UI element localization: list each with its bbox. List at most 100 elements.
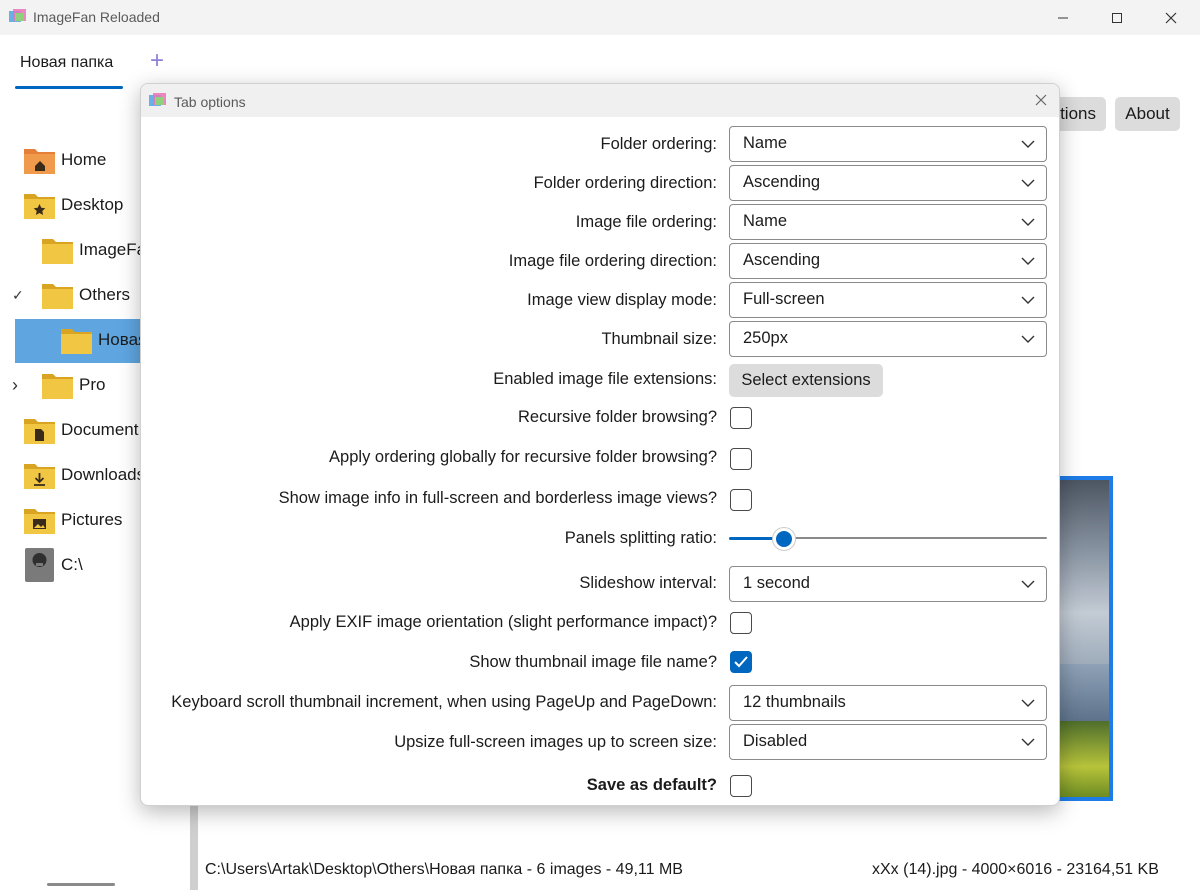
thumbnail-field bbox=[1057, 720, 1109, 797]
image-view-display-mode-select[interactable]: Full-screen bbox=[729, 282, 1047, 318]
sidebar-item-imagefan[interactable]: ImageFa bbox=[0, 229, 146, 271]
select-value: 12 thumbnails bbox=[743, 693, 846, 711]
folder-icon bbox=[42, 374, 73, 399]
horizontal-scrollbar[interactable] bbox=[47, 883, 115, 886]
thumbnail-preview[interactable] bbox=[1057, 476, 1113, 801]
show-image-info-checkbox[interactable] bbox=[730, 489, 752, 511]
add-tab-button[interactable]: + bbox=[150, 49, 164, 73]
app-logo-icon bbox=[149, 93, 166, 106]
dialog-close-button[interactable] bbox=[1031, 90, 1051, 110]
image-file-ordering-select[interactable]: Name bbox=[729, 204, 1047, 240]
folder-ordering-select[interactable]: Name bbox=[729, 126, 1047, 162]
chevron-down-icon bbox=[1021, 179, 1035, 187]
documents-folder-icon bbox=[24, 419, 55, 444]
folder-ordering-direction-label: Folder ordering direction: bbox=[533, 174, 717, 192]
slideshow-interval-label: Slideshow interval: bbox=[579, 574, 717, 592]
select-value: 1 second bbox=[743, 574, 810, 592]
sidebar-item-documents[interactable]: Document bbox=[0, 409, 140, 451]
pictures-folder-icon bbox=[24, 509, 55, 534]
slider-track[interactable] bbox=[784, 537, 1047, 539]
image-file-ordering-direction-select[interactable]: Ascending bbox=[729, 243, 1047, 279]
select-value: Name bbox=[743, 212, 788, 230]
home-folder-icon bbox=[24, 149, 55, 174]
chevron-down-icon bbox=[1021, 140, 1035, 148]
chevron-down-icon bbox=[1021, 738, 1035, 746]
app-logo-icon bbox=[9, 9, 26, 22]
dialog-title: Tab options bbox=[174, 94, 246, 110]
title-bar: ImageFan Reloaded bbox=[0, 0, 1200, 35]
chevron-down-icon bbox=[1021, 218, 1035, 226]
sidebar-item-new-folder[interactable]: Новая bbox=[0, 319, 147, 361]
apply-exif-checkbox[interactable] bbox=[730, 612, 752, 634]
show-image-info-label: Show image info in full-screen and borde… bbox=[278, 489, 717, 507]
folder-ordering-direction-select[interactable]: Ascending bbox=[729, 165, 1047, 201]
sidebar-item-label: Pictures bbox=[61, 510, 123, 529]
sidebar-item-c-drive[interactable]: C:\ bbox=[0, 544, 140, 586]
checkmark-icon bbox=[734, 656, 748, 668]
folder-icon bbox=[42, 284, 73, 309]
tab-new-folder[interactable]: Новая папка bbox=[15, 47, 123, 89]
sidebar-item-downloads[interactable]: Downloads bbox=[0, 454, 145, 496]
sidebar-item-others[interactable]: ✓ Others bbox=[0, 274, 140, 316]
sidebar-item-label: Desktop bbox=[61, 195, 124, 214]
save-as-default-checkbox[interactable] bbox=[730, 775, 752, 797]
sidebar-item-label: Home bbox=[61, 150, 107, 169]
thumbnail-mountains bbox=[1057, 663, 1109, 721]
sidebar-item-label: ImageFa bbox=[79, 240, 147, 259]
about-button[interactable]: About bbox=[1115, 97, 1180, 131]
apply-ordering-globally-checkbox[interactable] bbox=[730, 448, 752, 470]
panels-splitting-ratio-slider-thumb[interactable] bbox=[773, 528, 795, 550]
sidebar-item-label: C:\ bbox=[61, 555, 83, 574]
apply-exif-label: Apply EXIF image orientation (slight per… bbox=[289, 613, 717, 631]
sidebar-item-desktop[interactable]: Desktop bbox=[0, 184, 140, 226]
maximize-icon bbox=[1112, 12, 1122, 23]
select-value: 250px bbox=[743, 329, 788, 347]
maximize-button[interactable] bbox=[1090, 0, 1144, 35]
minimize-button[interactable] bbox=[1036, 0, 1090, 35]
show-thumbnail-name-label: Show thumbnail image file name? bbox=[469, 653, 717, 671]
select-extensions-button-label: Select extensions bbox=[741, 371, 871, 389]
upsize-images-select[interactable]: Disabled bbox=[729, 724, 1047, 760]
chevron-down-icon bbox=[1021, 296, 1035, 304]
close-icon bbox=[1035, 94, 1047, 106]
folder-icon bbox=[61, 329, 92, 354]
select-value: Ascending bbox=[743, 251, 821, 269]
sidebar-item-label: Document bbox=[61, 420, 139, 439]
select-value: Name bbox=[743, 134, 788, 152]
sidebar-item-pictures[interactable]: Pictures bbox=[0, 499, 140, 541]
folder-ordering-label: Folder ordering: bbox=[600, 135, 717, 153]
apply-ordering-globally-label: Apply ordering globally for recursive fo… bbox=[329, 448, 717, 466]
keyboard-scroll-increment-select[interactable]: 12 thumbnails bbox=[729, 685, 1047, 721]
recursive-browsing-checkbox[interactable] bbox=[730, 407, 752, 429]
options-button-label: tions bbox=[1060, 104, 1096, 123]
upsize-images-label: Upsize full-screen images up to screen s… bbox=[394, 733, 717, 751]
sidebar-item-label: Pro bbox=[79, 375, 106, 394]
expanded-indicator-icon[interactable]: ✓ bbox=[12, 287, 24, 304]
chevron-right-icon[interactable]: › bbox=[12, 375, 18, 396]
thumbnail-size-label: Thumbnail size: bbox=[601, 330, 717, 348]
thumbnail-size-select[interactable]: 250px bbox=[729, 321, 1047, 357]
desktop-folder-icon bbox=[24, 194, 55, 219]
sidebar-item-label: Others bbox=[79, 285, 131, 304]
tab-options-dialog: Tab options Folder ordering: Name Folder… bbox=[140, 83, 1060, 806]
chevron-down-icon bbox=[1021, 699, 1035, 707]
sidebar-item-home[interactable]: Home bbox=[0, 139, 140, 181]
panel-splitter[interactable] bbox=[190, 800, 198, 890]
close-window-button[interactable] bbox=[1144, 0, 1198, 35]
select-extensions-button[interactable]: Select extensions bbox=[729, 364, 883, 397]
show-thumbnail-name-checkbox[interactable] bbox=[730, 651, 752, 673]
slideshow-interval-select[interactable]: 1 second bbox=[729, 566, 1047, 602]
recursive-browsing-label: Recursive folder browsing? bbox=[517, 408, 717, 426]
chevron-down-icon bbox=[1021, 580, 1035, 588]
drive-icon bbox=[25, 548, 54, 582]
select-value: Full-screen bbox=[743, 290, 825, 308]
keyboard-scroll-increment-label: Keyboard scroll thumbnail increment, whe… bbox=[171, 693, 717, 711]
thumbnail-sky bbox=[1057, 480, 1109, 671]
folder-icon bbox=[42, 239, 73, 264]
downloads-folder-icon bbox=[24, 464, 55, 489]
image-file-ordering-label: Image file ordering: bbox=[575, 213, 717, 231]
sidebar-item-pro[interactable]: › Pro bbox=[0, 364, 140, 406]
image-file-ordering-direction-label: Image file ordering direction: bbox=[508, 252, 717, 270]
window-title: ImageFan Reloaded bbox=[33, 9, 160, 25]
status-image-info: xXx (14).jpg - 4000×6016 - 23164,51 KB bbox=[872, 861, 1159, 878]
